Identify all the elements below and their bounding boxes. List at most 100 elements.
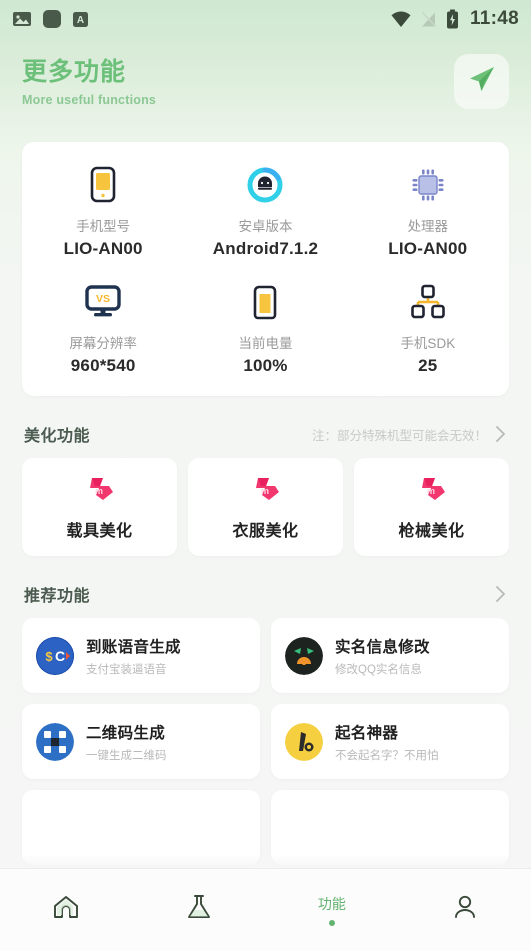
device-info-android-version: 安卓版本 Android7.1.2 bbox=[184, 164, 346, 259]
recommend-card-title: 到账语音生成 bbox=[86, 638, 181, 656]
svg-text:VS: VS bbox=[96, 293, 110, 305]
recommend-card-text: 二维码生成 一键生成二维码 bbox=[86, 721, 167, 763]
chevron-right-icon[interactable] bbox=[495, 584, 507, 604]
app-square-icon bbox=[42, 9, 62, 29]
signal-off-icon bbox=[420, 11, 438, 28]
status-bar-left: A bbox=[12, 9, 89, 29]
tab-active-indicator-dot bbox=[328, 920, 335, 926]
beautify-card-label: 衣服美化 bbox=[232, 522, 299, 540]
battery-charging-icon bbox=[446, 9, 459, 29]
device-info-sdk: 手机SDK 25 bbox=[347, 281, 509, 376]
cpu-chip-icon bbox=[408, 164, 448, 206]
recommend-card-grid: $ C 到账语音生成 支付宝装逼语音 实名信息修改 修改QQ实名信息 二维码生成… bbox=[0, 618, 531, 865]
device-info-card: 手机型号 LIO-AN00 安卓版本 Android7.1.2 处理器 LIO-… bbox=[22, 142, 509, 396]
device-label: 处理器 bbox=[407, 219, 449, 234]
recommend-card-naming[interactable]: 起名神器 不会起名字？不用怕 bbox=[271, 704, 509, 779]
qrcode-icon bbox=[36, 722, 74, 761]
device-info-phone-model: 手机型号 LIO-AN00 bbox=[22, 164, 184, 259]
section-note: 注：部分特殊机型可能会无效！ bbox=[311, 428, 487, 443]
section-title: 美化功能 bbox=[24, 428, 91, 445]
header-text-block: 更多功能 More useful functions bbox=[22, 58, 454, 107]
device-info-resolution: VS 屏幕分辨率 960*540 bbox=[22, 281, 184, 376]
home-icon bbox=[51, 892, 81, 922]
beautify-card-row: m 载具美化 m 衣服美化 m 枪械美化 bbox=[0, 458, 531, 556]
recommend-card-text: 起名神器 不会起名字？不用怕 bbox=[335, 721, 439, 763]
device-label: 手机型号 bbox=[76, 219, 131, 234]
phone-icon bbox=[85, 164, 121, 206]
svg-text:A: A bbox=[77, 15, 84, 26]
android-icon bbox=[245, 164, 285, 206]
recommend-card-subtitle: 一键生成二维码 bbox=[86, 749, 167, 762]
flask-icon bbox=[184, 892, 214, 922]
beautify-card-label: 载具美化 bbox=[66, 522, 133, 540]
beautify-section-header[interactable]: 美化功能 注：部分特殊机型可能会无效！ bbox=[0, 422, 531, 446]
status-bar-right: 11:48 bbox=[390, 8, 519, 30]
m-logo-icon: m bbox=[249, 474, 283, 508]
svg-text:$: $ bbox=[45, 649, 53, 664]
device-label: 当前电量 bbox=[238, 336, 293, 351]
svg-text:m: m bbox=[426, 486, 434, 496]
qq-penguin-icon bbox=[285, 636, 323, 675]
send-icon bbox=[465, 62, 499, 101]
page-title: 更多功能 bbox=[22, 58, 127, 86]
page-header: 更多功能 More useful functions bbox=[0, 38, 531, 124]
device-info-processor: 处理器 LIO-AN00 bbox=[347, 164, 509, 259]
device-value: 100% bbox=[243, 356, 288, 375]
recommend-card-title: 二维码生成 bbox=[86, 724, 166, 742]
sitemap-icon bbox=[408, 281, 448, 323]
status-bar: A 11:48 bbox=[0, 0, 531, 38]
m-logo-icon: m bbox=[83, 474, 117, 508]
bottom-tab-bar: 功能 bbox=[0, 868, 531, 951]
device-label: 手机SDK bbox=[400, 336, 456, 351]
recommend-card-text: 实名信息修改 修改QQ实名信息 bbox=[335, 635, 430, 677]
recommend-card-title: 起名神器 bbox=[335, 724, 399, 742]
recommend-card-subtitle: 修改QQ实名信息 bbox=[335, 663, 422, 676]
device-info-row: VS 屏幕分辨率 960*540 当前电量 100% 手机SDK 25 bbox=[22, 281, 509, 376]
device-value: LIO-AN00 bbox=[388, 239, 468, 258]
beautify-card-label: 枪械美化 bbox=[398, 522, 465, 540]
beautify-card-clothes[interactable]: m 衣服美化 bbox=[188, 458, 343, 556]
alipay-coin-icon: $ C bbox=[36, 636, 74, 675]
recommend-card-subtitle: 支付宝装逼语音 bbox=[86, 663, 167, 676]
device-label: 安卓版本 bbox=[238, 219, 293, 234]
beautify-card-vehicle[interactable]: m 载具美化 bbox=[22, 458, 177, 556]
svg-text:m: m bbox=[94, 486, 102, 496]
person-icon bbox=[450, 892, 480, 922]
chevron-right-icon[interactable] bbox=[495, 424, 507, 444]
recommend-card-text: 到账语音生成 支付宝装逼语音 bbox=[86, 635, 181, 677]
device-value: 25 bbox=[418, 356, 438, 375]
image-icon bbox=[12, 10, 32, 28]
tab-home[interactable] bbox=[0, 869, 133, 951]
beautify-card-weapon[interactable]: m 枪械美化 bbox=[354, 458, 509, 556]
scroll-bottom-fade bbox=[0, 854, 531, 868]
svg-text:C: C bbox=[55, 648, 65, 664]
device-value: 960*540 bbox=[70, 356, 136, 375]
tab-functions[interactable]: 功能 bbox=[266, 869, 399, 951]
device-info-row: 手机型号 LIO-AN00 安卓版本 Android7.1.2 处理器 LIO-… bbox=[22, 164, 509, 259]
device-info-battery: 当前电量 100% bbox=[184, 281, 346, 376]
recommend-card-title: 实名信息修改 bbox=[335, 638, 430, 656]
recommend-section-header[interactable]: 推荐功能 bbox=[0, 582, 531, 606]
status-bar-clock: 11:48 bbox=[469, 8, 519, 29]
scroll-content[interactable]: 手机型号 LIO-AN00 安卓版本 Android7.1.2 处理器 LIO-… bbox=[0, 124, 531, 868]
section-title: 推荐功能 bbox=[24, 588, 91, 605]
a-badge-icon: A bbox=[72, 11, 89, 28]
battery-icon bbox=[248, 281, 282, 323]
page-subtitle: More useful functions bbox=[22, 92, 157, 107]
tab-lab[interactable] bbox=[133, 869, 266, 951]
device-value: Android7.1.2 bbox=[212, 239, 319, 258]
device-label: 屏幕分辨率 bbox=[69, 336, 137, 351]
tab-profile[interactable] bbox=[398, 869, 531, 951]
tab-functions-label: 功能 bbox=[317, 896, 346, 912]
recommend-card-subtitle: 不会起名字？不用怕 bbox=[335, 749, 439, 762]
wifi-icon bbox=[390, 10, 412, 28]
m-logo-icon: m bbox=[415, 474, 449, 508]
monitor-vs-icon: VS bbox=[82, 281, 124, 323]
recommend-card-voice[interactable]: $ C 到账语音生成 支付宝装逼语音 bbox=[22, 618, 260, 693]
recommend-card-realname[interactable]: 实名信息修改 修改QQ实名信息 bbox=[271, 618, 509, 693]
send-button[interactable] bbox=[454, 54, 509, 109]
recommend-card-qrcode[interactable]: 二维码生成 一键生成二维码 bbox=[22, 704, 260, 779]
svg-text:m: m bbox=[260, 486, 268, 496]
device-value: LIO-AN00 bbox=[63, 239, 143, 258]
name-pen-icon bbox=[285, 722, 323, 761]
